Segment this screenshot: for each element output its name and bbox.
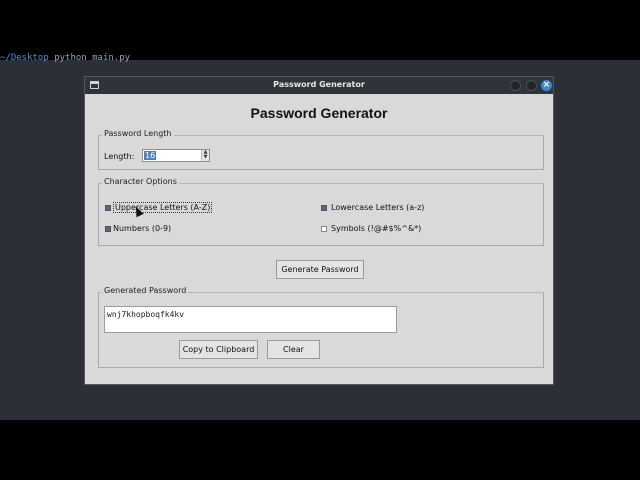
generated-password-group: Generated Password wnj7khopboqfk4kv Copy… — [98, 286, 544, 368]
close-icon: × — [542, 80, 551, 90]
generated-password-field[interactable]: wnj7khopboqfk4kv — [104, 306, 397, 333]
numbers-checkbox[interactable] — [105, 226, 111, 232]
page-title: Password Generator — [250, 105, 388, 121]
numbers-label[interactable]: Numbers (0-9) — [113, 224, 171, 233]
terminal-command-line: ~/Desktop python main.py — [0, 53, 130, 63]
password-length-group: Password Length Length: 16 ▲ ▼ — [98, 129, 544, 170]
terminal-command: python main.py — [54, 53, 131, 63]
password-generator-window: Password Generator × Password Generator … — [84, 76, 554, 385]
lowercase-label[interactable]: Lowercase Letters (a-z) — [331, 203, 424, 212]
copy-to-clipboard-button[interactable]: Copy to Clipboard — [179, 340, 258, 359]
generated-password-group-label: Generated Password — [102, 286, 189, 295]
window-titlebar[interactable]: Password Generator × — [85, 77, 553, 94]
window-title: Password Generator — [273, 80, 365, 89]
password-length-group-label: Password Length — [102, 129, 174, 138]
symbols-checkbox[interactable] — [321, 226, 327, 232]
lowercase-checkbox[interactable] — [321, 205, 327, 211]
minimize-button[interactable] — [510, 80, 521, 91]
maximize-button[interactable] — [526, 80, 537, 91]
close-button[interactable]: × — [541, 80, 552, 91]
length-label: Length: — [104, 152, 135, 161]
uppercase-label[interactable]: Uppercase Letters (A-Z) — [113, 202, 213, 213]
generate-password-button[interactable]: Generate Password — [276, 260, 364, 279]
character-options-group-label: Character Options — [102, 177, 179, 186]
length-value[interactable]: 16 — [144, 151, 157, 160]
length-spinbox[interactable]: 16 ▲ ▼ — [142, 149, 210, 162]
spin-arrows-icon[interactable]: ▲ ▼ — [201, 150, 209, 161]
uppercase-checkbox[interactable] — [105, 205, 111, 211]
character-options-group: Character Options Uppercase Letters (A-Z… — [98, 177, 544, 246]
terminal-prompt: ~/Desktop — [0, 53, 49, 63]
clear-button[interactable]: Clear — [267, 340, 320, 359]
symbols-label[interactable]: Symbols (!@#$%^&*) — [331, 224, 421, 233]
